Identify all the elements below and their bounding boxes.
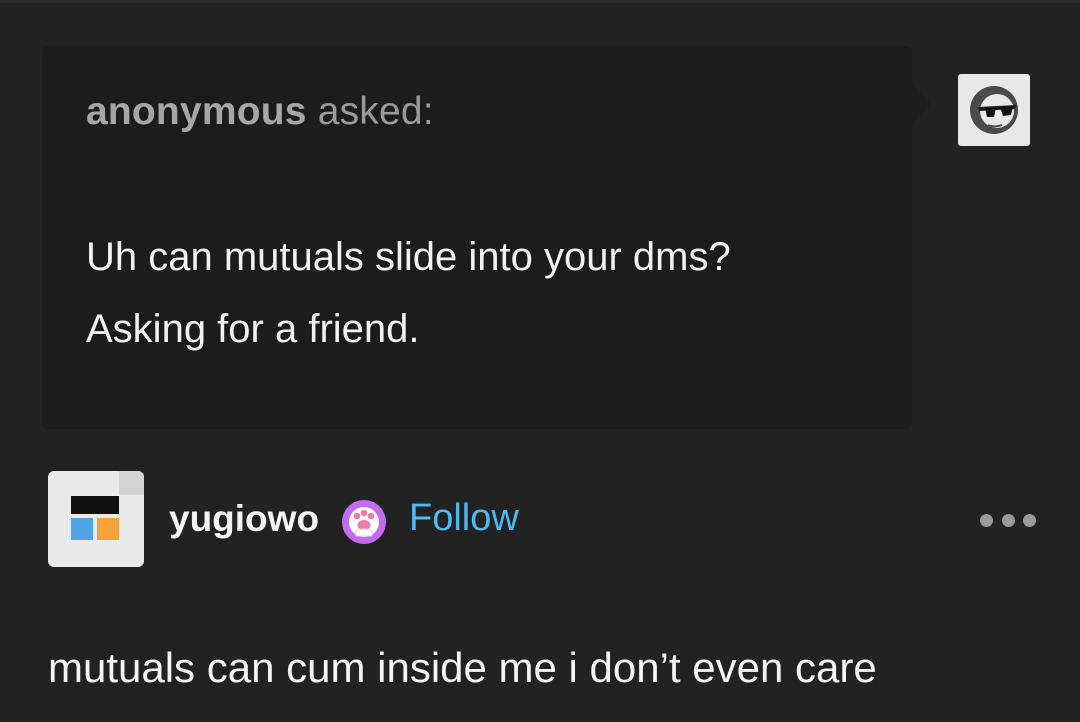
question-line: Asking for a friend. bbox=[86, 307, 420, 351]
asked-label: asked: bbox=[317, 90, 434, 133]
follow-button[interactable]: Follow bbox=[409, 497, 519, 540]
more-dot bbox=[980, 513, 993, 527]
top-divider bbox=[0, 0, 1080, 3]
ask-bubble: anonymous asked: Uh can mutuals slide in… bbox=[42, 46, 932, 429]
user-avatar[interactable] bbox=[48, 471, 144, 567]
paw-badge-icon[interactable] bbox=[340, 498, 388, 546]
asker-name[interactable]: anonymous bbox=[86, 90, 307, 133]
avatar-orange-square bbox=[97, 518, 119, 540]
more-dot bbox=[1001, 513, 1015, 527]
ask-header: anonymous asked: bbox=[86, 90, 434, 134]
more-dot bbox=[1023, 513, 1036, 527]
reply-text: mutuals can cum inside me i don’t even c… bbox=[48, 644, 877, 691]
anonymous-avatar[interactable] bbox=[958, 74, 1030, 146]
avatar-blue-square bbox=[71, 518, 93, 540]
sunglasses-face-icon bbox=[970, 86, 1018, 134]
paw-badge-svg bbox=[342, 500, 386, 544]
more-options-icon[interactable] bbox=[980, 506, 1036, 534]
ask-question: Uh can mutuals slide into your dms? Aski… bbox=[86, 221, 886, 365]
avatar-corner-tile bbox=[119, 471, 144, 495]
question-line: Uh can mutuals slide into your dms? bbox=[86, 235, 731, 279]
avatar-black-bar bbox=[71, 496, 119, 514]
username[interactable]: yugiowo bbox=[169, 498, 319, 540]
